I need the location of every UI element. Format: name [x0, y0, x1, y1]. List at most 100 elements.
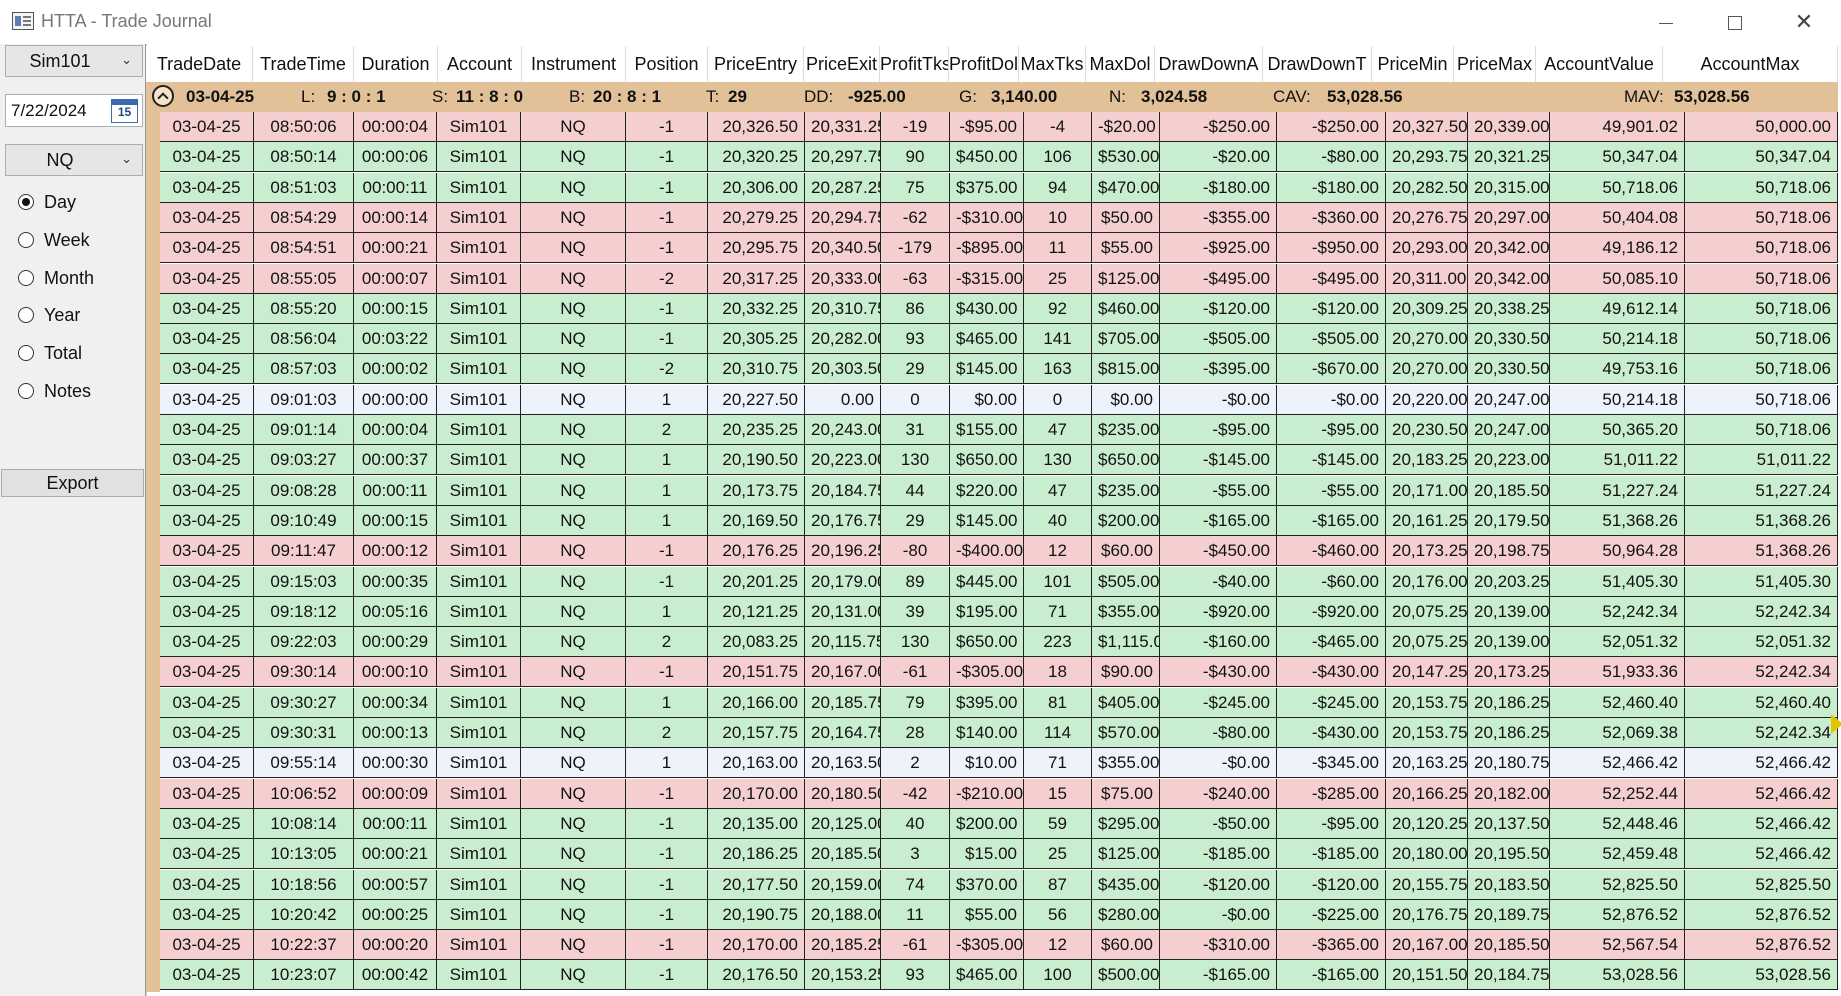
cell-maxdol: $705.00 [1092, 324, 1160, 354]
cell-drawdowna: -$430.00 [1160, 657, 1277, 687]
radio-label: Month [44, 268, 95, 288]
cell-tradedate: 03-04-25 [160, 839, 254, 869]
table-row[interactable]: 03-04-25 08:56:04 00:03:22 Sim101 NQ -1 20,305… [160, 324, 1838, 355]
account-select[interactable]: Sim101 ⌄ [5, 45, 143, 77]
table-row[interactable]: 03-04-25 09:30:14 00:00:10 Sim101 NQ -1 20,151… [160, 657, 1838, 688]
column-header-tradedate[interactable]: TradeDate [146, 46, 253, 82]
column-header-pricemax[interactable]: PriceMax [1454, 46, 1536, 82]
table-row[interactable]: 03-04-25 10:06:52 00:00:09 Sim101 NQ -1 20,170… [160, 778, 1838, 809]
cell-tradedate: 03-04-25 [160, 354, 254, 384]
table-row[interactable]: 03-04-25 09:15:03 00:00:35 Sim101 NQ -1 20,201… [160, 566, 1838, 597]
column-header-tradetime[interactable]: TradeTime [253, 46, 354, 82]
column-header-profittks[interactable]: ProfitTks [880, 46, 949, 82]
cell-priceexit: 0.00 [805, 384, 881, 414]
column-header-maxtks[interactable]: MaxTks [1019, 46, 1086, 82]
column-header-maxdol[interactable]: MaxDol [1086, 46, 1155, 82]
table-row[interactable]: 03-04-25 09:01:03 00:00:00 Sim101 NQ 1 20,227.… [160, 384, 1838, 415]
cell-drawdowna: -$145.00 [1160, 445, 1277, 475]
cell-account: Sim101 [437, 566, 521, 596]
column-header-drawdownt[interactable]: DrawDownT [1263, 46, 1372, 82]
table-row[interactable]: 03-04-25 09:22:03 00:00:29 Sim101 NQ 2 20,083.… [160, 627, 1838, 658]
table-row[interactable]: 03-04-25 08:57:03 00:00:02 Sim101 NQ -2 20,310… [160, 354, 1838, 385]
cell-accountmax: 53,028.56 [1685, 960, 1838, 990]
cell-drawdownt: -$285.00 [1277, 778, 1386, 808]
cell-priceentry: 20,310.75 [708, 354, 805, 384]
cell-profittks: -80 [881, 536, 950, 566]
cell-account: Sim101 [437, 142, 521, 172]
table-row[interactable]: 03-04-25 09:30:31 00:00:13 Sim101 NQ 2 20,157.… [160, 718, 1838, 748]
cell-accountmax: 52,876.52 [1685, 930, 1838, 960]
cell-duration: 00:00:07 [354, 263, 437, 293]
cell-pricemin: 20,120.25 [1386, 808, 1468, 838]
cell-profittks: 31 [881, 415, 950, 444]
cell-accountvalue: 52,460.40 [1550, 687, 1685, 717]
table-row[interactable]: 03-04-25 08:54:29 00:00:14 Sim101 NQ -1 20,279… [160, 202, 1838, 233]
table-row[interactable]: 03-04-25 10:18:56 00:00:57 Sim101 NQ -1 20,177… [160, 869, 1838, 900]
table-row[interactable]: 03-04-25 08:55:20 00:00:15 Sim101 NQ -1 20,332… [160, 293, 1838, 324]
cell-pricemin: 20,309.25 [1386, 293, 1468, 323]
table-row[interactable]: 03-04-25 09:30:27 00:00:34 Sim101 NQ 1 20,166.… [160, 687, 1838, 718]
cell-priceexit: 20,176.75 [805, 505, 881, 535]
column-header-duration[interactable]: Duration [354, 46, 438, 82]
cell-accountvalue: 51,405.30 [1550, 566, 1685, 596]
table-row[interactable]: 03-04-25 08:54:51 00:00:21 Sim101 NQ -1 20,295… [160, 233, 1838, 264]
column-header-position[interactable]: Position [626, 46, 708, 82]
cell-duration: 00:00:37 [354, 445, 437, 475]
column-header-pricemin[interactable]: PriceMin [1372, 46, 1454, 82]
cell-maxtks: 223 [1024, 627, 1092, 657]
maximize-button[interactable] [1706, 0, 1764, 44]
table-row[interactable]: 03-04-25 08:50:14 00:00:06 Sim101 NQ -1 20,320… [160, 142, 1838, 173]
cell-instrument: NQ [521, 415, 626, 444]
table-row[interactable]: 03-04-25 08:50:06 00:00:04 Sim101 NQ -1 20,326… [160, 112, 1838, 142]
cell-instrument: NQ [521, 293, 626, 323]
column-header-priceexit[interactable]: PriceExit [804, 46, 880, 82]
table-row[interactable]: 03-04-25 08:55:05 00:00:07 Sim101 NQ -2 20,317… [160, 263, 1838, 294]
cell-tradetime: 10:06:52 [254, 778, 354, 808]
column-header-accountvalue[interactable]: AccountValue [1536, 46, 1663, 82]
cell-tradedate: 03-04-25 [160, 960, 254, 990]
date-picker[interactable]: 7/22/2024 15 [5, 94, 143, 127]
cell-tradetime: 10:08:14 [254, 808, 354, 838]
collapse-icon[interactable] [152, 85, 174, 107]
cell-priceentry: 20,227.50 [708, 384, 805, 414]
cell-profittks: 86 [881, 293, 950, 323]
column-header-instrument[interactable]: Instrument [522, 46, 626, 82]
column-header-account[interactable]: Account [438, 46, 522, 82]
cell-accountmax: 51,227.24 [1685, 475, 1838, 505]
minimize-button[interactable] [1637, 0, 1695, 44]
cell-position: -1 [626, 172, 708, 202]
cell-accountvalue: 51,011.22 [1550, 445, 1685, 475]
table-row[interactable]: 03-04-25 09:10:49 00:00:15 Sim101 NQ 1 20,169.… [160, 505, 1838, 536]
column-header-priceentry[interactable]: PriceEntry [708, 46, 804, 82]
table-row[interactable]: 03-04-25 10:22:37 00:00:20 Sim101 NQ -1 20,170… [160, 930, 1838, 961]
instrument-select[interactable]: NQ ⌄ [5, 144, 143, 176]
cell-priceexit: 20,333.00 [805, 263, 881, 293]
table-row[interactable]: 03-04-25 09:11:47 00:00:12 Sim101 NQ -1 20,176… [160, 536, 1838, 567]
table-row[interactable]: 03-04-25 10:13:05 00:00:21 Sim101 NQ -1 20,186… [160, 839, 1838, 870]
table-row[interactable]: 03-04-25 10:08:14 00:00:11 Sim101 NQ -1 20,135… [160, 808, 1838, 839]
table-row[interactable]: 03-04-25 08:51:03 00:00:11 Sim101 NQ -1 20,306… [160, 172, 1838, 203]
close-button[interactable]: ✕ [1775, 0, 1833, 44]
table-row[interactable]: 03-04-25 09:01:14 00:00:04 Sim101 NQ 2 20,235.… [160, 415, 1838, 445]
export-button[interactable]: Export [1, 469, 144, 497]
cell-priceexit: 20,164.75 [805, 718, 881, 747]
cell-tradedate: 03-04-25 [160, 627, 254, 657]
table-row[interactable]: 03-04-25 09:18:12 00:05:16 Sim101 NQ 1 20,121.… [160, 596, 1838, 627]
table-row[interactable]: 03-04-25 09:08:28 00:00:11 Sim101 NQ 1 20,173.… [160, 475, 1838, 506]
cell-maxdol: $90.00 [1092, 657, 1160, 687]
table-row[interactable]: 03-04-25 10:23:07 00:00:42 Sim101 NQ -1 20,176… [160, 960, 1838, 991]
cell-priceentry: 20,157.75 [708, 718, 805, 747]
table-row[interactable]: 03-04-25 09:03:27 00:00:37 Sim101 NQ 1 20,190.… [160, 445, 1838, 476]
calendar-icon[interactable]: 15 [111, 99, 138, 123]
cell-position: 1 [626, 596, 708, 626]
table-row[interactable]: 03-04-25 09:55:14 00:00:30 Sim101 NQ 1 20,163.… [160, 748, 1838, 779]
cell-drawdownt: -$95.00 [1277, 415, 1386, 444]
cell-tradedate: 03-04-25 [160, 687, 254, 717]
table-row[interactable]: 03-04-25 10:20:42 00:00:25 Sim101 NQ -1 20,190… [160, 899, 1838, 930]
column-header-drawdowna[interactable]: DrawDownA [1155, 46, 1263, 82]
column-header-profitdol[interactable]: ProfitDol [949, 46, 1019, 82]
column-header-accountmax[interactable]: AccountMax [1663, 46, 1838, 82]
cell-duration: 00:00:15 [354, 293, 437, 323]
cell-maxdol: $815.00 [1092, 354, 1160, 384]
cell-profittks: 29 [881, 354, 950, 384]
